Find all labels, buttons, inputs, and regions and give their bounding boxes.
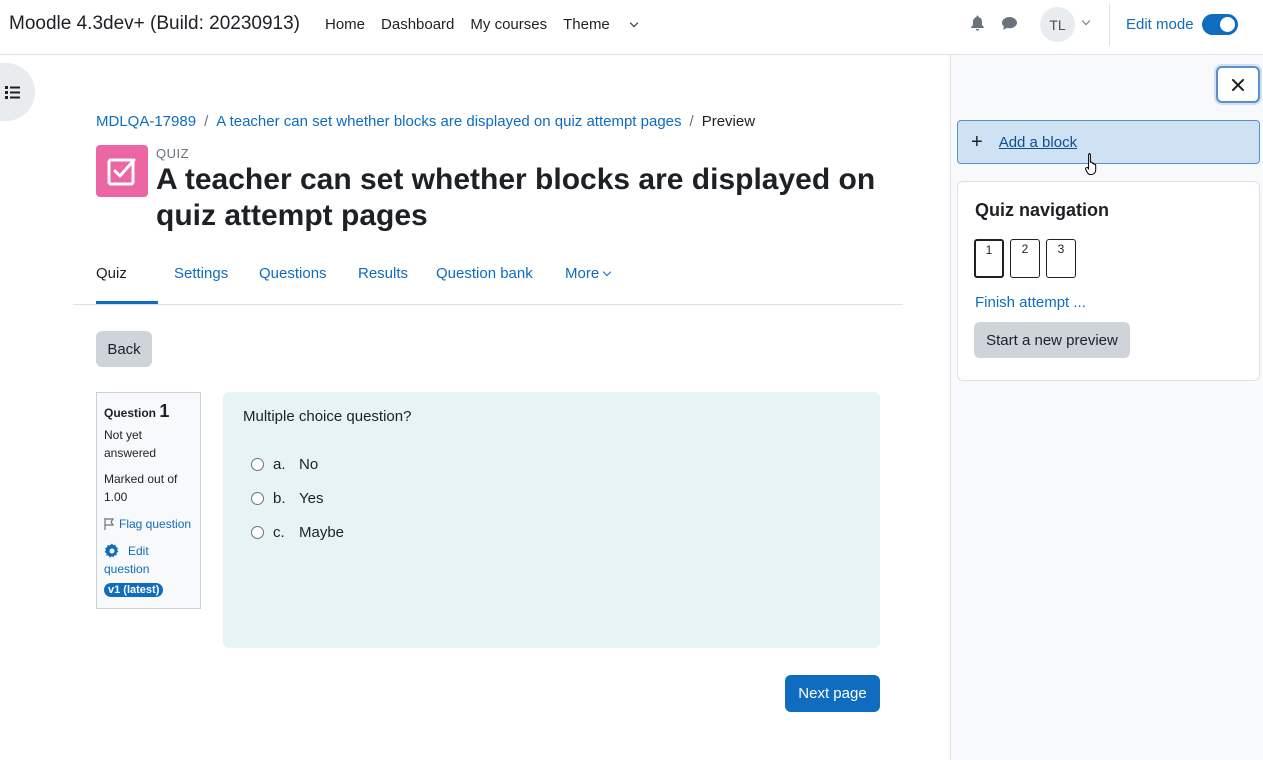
radio-button[interactable] xyxy=(251,492,264,505)
user-menu-chevron-icon[interactable] xyxy=(1081,16,1091,26)
option-letter: a. xyxy=(273,456,286,473)
nav-home[interactable]: Home xyxy=(325,16,365,33)
navbar-divider xyxy=(1109,4,1110,46)
tab-question-bank[interactable]: Question bank xyxy=(436,265,533,282)
breadcrumb-separator: / xyxy=(204,113,209,130)
chevron-down-icon xyxy=(629,18,639,28)
status-line: Not yet xyxy=(104,428,143,442)
nav-my-courses[interactable]: My courses xyxy=(470,16,547,33)
close-icon xyxy=(1232,78,1244,91)
tab-more-label: More xyxy=(565,265,600,282)
tab-quiz[interactable]: Quiz xyxy=(96,265,127,282)
quiz-navigation-title: Quiz navigation xyxy=(975,200,1110,220)
edit-mode-toggle[interactable] xyxy=(1202,14,1238,35)
block-drawer: + Add a block Quiz navigation 1 2 3 Fini… xyxy=(950,55,1263,760)
grade-line: 1.00 xyxy=(104,490,128,504)
list-icon xyxy=(5,85,20,99)
quiz-navigation-block: Quiz navigation 1 2 3 Finish attempt ...… xyxy=(957,181,1260,381)
breadcrumb: MDLQA-17989 / A teacher can set whether bl… xyxy=(96,113,755,130)
flag-question-link[interactable]: Flag question xyxy=(104,517,191,531)
grade-line: Marked out of xyxy=(104,472,178,486)
gear-icon xyxy=(104,543,119,558)
messages-icon[interactable] xyxy=(1001,16,1018,31)
breadcrumb-activity[interactable]: A teacher can set whether blocks are dis… xyxy=(216,113,681,130)
add-block-button[interactable]: + Add a block xyxy=(957,120,1260,164)
top-navbar: Moodle 4.3dev+ (Build: 20230913) Home Da… xyxy=(0,0,1263,55)
option-text: Yes xyxy=(299,490,324,507)
nav-theme-label: Theme xyxy=(563,16,610,33)
quiz-nav-question-2[interactable]: 2 xyxy=(1010,239,1040,278)
secondary-nav: Quiz Settings Questions Results Question… xyxy=(73,252,903,305)
next-page-button[interactable]: Next page xyxy=(785,675,880,712)
question-status: Not yet answered xyxy=(104,426,193,462)
edit-question-label-2: question xyxy=(104,562,150,576)
finish-attempt-link[interactable]: Finish attempt ... xyxy=(975,294,1086,311)
chevron-down-icon xyxy=(602,267,612,277)
question-content: Multiple choice question? a. No b. Yes c… xyxy=(223,392,880,648)
question-label: Question xyxy=(104,406,157,420)
plus-icon: + xyxy=(971,131,983,153)
question-info: Question 1 Not yet answered Marked out of… xyxy=(96,392,201,609)
site-brand[interactable]: Moodle 4.3dev+ (Build: 20230913) xyxy=(9,13,300,35)
question-number-value: 1 xyxy=(159,401,170,421)
option-text: No xyxy=(299,456,319,473)
notification-bell-icon[interactable] xyxy=(970,15,985,31)
option-letter: c. xyxy=(273,524,285,541)
breadcrumb-current: Preview xyxy=(701,113,756,130)
user-avatar[interactable]: TL xyxy=(1040,7,1075,42)
quiz-nav-question-3[interactable]: 3 xyxy=(1046,239,1076,278)
tab-settings[interactable]: Settings xyxy=(174,265,228,282)
edit-question-link[interactable]: Edit question xyxy=(104,542,149,578)
activity-type-label: QUIZ xyxy=(156,146,190,161)
radio-button[interactable] xyxy=(251,526,264,539)
edit-mode-label[interactable]: Edit mode xyxy=(1126,16,1194,33)
edit-question-label-1: Edit xyxy=(128,544,149,558)
version-badge: v1 (latest) xyxy=(104,583,164,597)
tab-more[interactable]: More xyxy=(565,265,612,282)
active-tab-indicator xyxy=(96,301,158,304)
breadcrumb-course[interactable]: MDLQA-17989 xyxy=(96,113,196,130)
question-text: Multiple choice question? xyxy=(243,408,412,425)
quiz-icon xyxy=(96,145,148,197)
answer-option-c[interactable]: c. Maybe xyxy=(251,524,344,541)
answer-option-b[interactable]: b. Yes xyxy=(251,490,323,507)
flag-question-label: Flag question xyxy=(119,517,192,531)
option-text: Maybe xyxy=(299,524,345,541)
answer-option-a[interactable]: a. No xyxy=(251,456,318,473)
close-drawer-button[interactable] xyxy=(1216,66,1260,103)
breadcrumb-separator: / xyxy=(689,113,694,130)
primary-nav: Home Dashboard My courses Theme xyxy=(325,16,653,33)
question-grade: Marked out of 1.00 xyxy=(104,470,193,506)
flag-icon xyxy=(104,518,115,530)
nav-theme[interactable]: Theme xyxy=(563,16,639,33)
hand-cursor-icon xyxy=(1085,153,1097,175)
nav-icons xyxy=(970,15,1018,31)
question-number: Question 1 xyxy=(104,401,193,422)
quiz-nav-question-1[interactable]: 1 xyxy=(974,239,1004,278)
page-title: A teacher can set whether blocks are dis… xyxy=(156,163,876,232)
tab-questions[interactable]: Questions xyxy=(259,265,327,282)
course-index-toggle[interactable] xyxy=(0,63,35,121)
start-new-preview-button[interactable]: Start a new preview xyxy=(974,322,1130,358)
back-button[interactable]: Back xyxy=(96,331,152,367)
tab-results[interactable]: Results xyxy=(358,265,408,282)
option-letter: b. xyxy=(273,490,286,507)
status-line: answered xyxy=(104,446,157,460)
radio-button[interactable] xyxy=(251,458,264,471)
nav-dashboard[interactable]: Dashboard xyxy=(381,16,454,33)
add-block-label: Add a block xyxy=(998,133,1078,151)
